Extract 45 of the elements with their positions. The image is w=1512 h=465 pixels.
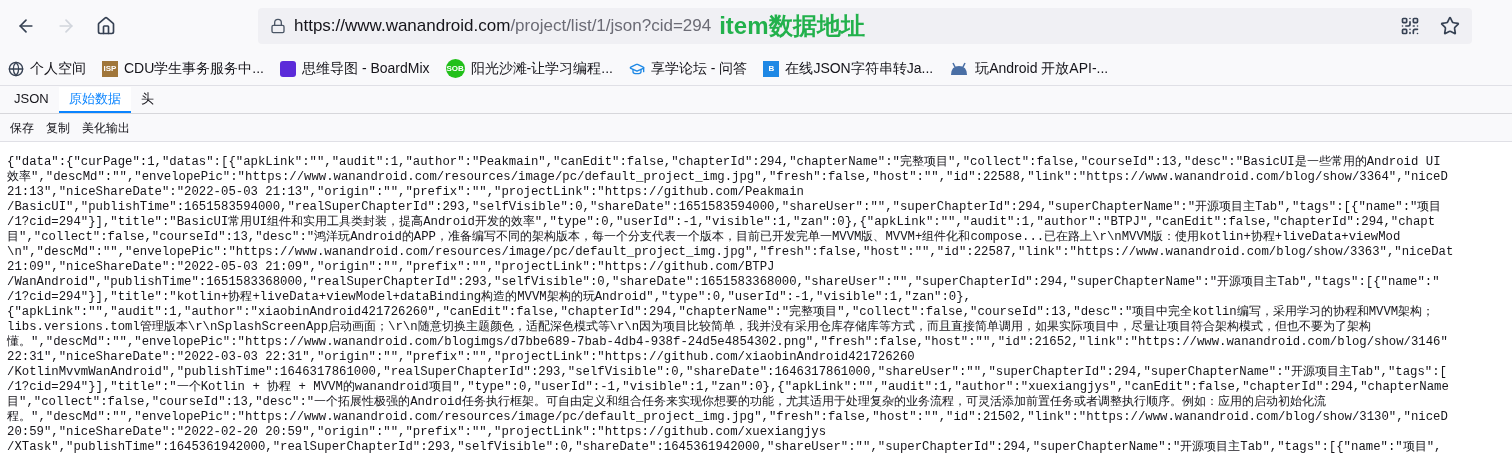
android-icon: [949, 60, 970, 77]
view-tab[interactable]: 头: [130, 87, 164, 113]
raw-json-line: /WanAndroid","publishTime":1651583368000,"realSuperChapterId":293,"selfVisible":0,"shareDate":1651583368000,"shareUser":"","superChapterId":294,"superChapterName":"开源项目主Tab","tags":[{"name":": [7, 275, 1440, 290]
url-text: https://www.wanandroid.com/project/list/1/json?cid=294: [294, 15, 712, 38]
raw-json-line: 效率","descMd":"","envelopePic":"https://www.wanandroid.com/resources/image/pc/default_project_img.jpg","fresh":false,"host":"","id":22588,"link":"https://www.wanandroid.com/blog/show/3364","niceD: [7, 170, 1448, 185]
raw-json-line: \n","descMd":"","envelopePic":"https://www.wanandroid.com/resources/image/pc/default_project_img.jpg","fresh":false,"host":"","id":22587,"link":"https://www.wanandroid.com/blog/show/3363","niceDat: [7, 245, 1454, 260]
raw-json-line: /1?cid=294"}],"title":"kotlin+协程+liveData+viewModel+dataBinding构造的MVVM架构的玩Android","type":0,"userId":-1,"visible":1,"zan":0},: [7, 290, 971, 305]
bookmark-item[interactable]: B 在线JSON字符串转Ja...: [763, 58, 934, 79]
site-icon: SOB: [445, 59, 465, 78]
raw-json-line: {"apkLink":"","audit":1,"author":"xiaobinAndroid421726260","canEdit":false,"chapterId":294,"chapterName":"完整项目","collect":false,"courseId":13,"desc":"项目中完全kotlin编写，采用学习的协程和MVVM架构；: [7, 305, 1435, 320]
raw-json-line: 20:59","niceShareDate":"2022-02-20 20:59","origin":"","prefix":"","projectLink":"https://github.com/xuexiangjys: [7, 425, 827, 440]
raw-json-line: {"data":{"curPage":1,"datas":[{"apkLink":"","audit":1,"author":"Peakmain","canEdit":false,"chapterId":294,"chapterName":"完整项目","collect":false,"courseId":13,"desc":"BasicUI是一些常用的Android UI: [7, 155, 1441, 170]
view-tab[interactable]: 原始数据: [58, 87, 131, 113]
bookmark-item[interactable]: 思维导图 - BoardMix: [280, 58, 430, 79]
bookmark-item[interactable]: 享学论坛 - 问答: [628, 58, 748, 79]
raw-json-line: 目","collect":false,"courseId":13,"desc":"鸿洋玩Android的APP，准备编写不同的架构版本，每一个分支代表一个版本，目前已开发完单一MVVM版、MVVM+组件化和compose...已在路上\r\nMVVM版：使用kotlin+协程+liveData+viewMod: [7, 230, 1401, 245]
action-button[interactable]: 保存: [10, 118, 34, 137]
raw-json-line: /XTask","publishTime":1645361942000,"realSuperChapterId":293,"selfVisible":0,"shareDate":1645361942000,"shareUser":"","superChapterId":294,"superChapterName":"开源项目主Tab","tags":[{"name":"项目",: [7, 440, 1442, 455]
raw-json-line: 22:31","niceShareDate":"2022-03-03 22:31","origin":"","prefix":"","projectLink":"https://github.com/xiaobinAndroid421726260: [7, 350, 915, 365]
raw-json-line: 懂。","descMd":"","envelopePic":"https://www.wanandroid.com/blogimgs/d7bbe689-7bab-4db4-938f-24d5e4854302.png","fresh":false,"host":"","id":21652,"link":"https://www.wanandroid.com/blog/show/3146": [7, 335, 1448, 350]
bookmark-item[interactable]: 个人空间: [8, 58, 86, 79]
globe-icon: [8, 60, 24, 77]
site-icon: ISP: [102, 60, 118, 77]
raw-json-line: 21:13","niceShareDate":"2022-05-03 21:13","origin":"","prefix":"","projectLink":"https://github.com/Peakmain: [7, 185, 804, 200]
site-icon: B: [763, 60, 780, 77]
raw-json-line: 目","collect":false,"courseId":13,"desc":"一个拓展性极强的Android任务执行框架。可自由定义和组合任务来实现你想要的功能，尤其适用于处理复杂的业务流程，可灵活添加前置任务或者调整执行顺序。例如：应用的启动初始化流: [7, 395, 1326, 410]
address-bar[interactable]: https://www.wanandroid.com/project/list/1/json?cid=294 item数据地址: [258, 8, 1472, 44]
raw-json-line: /KotlinMvvmWanAndroid","publishTime":1646317861000,"realSuperChapterId":293,"selfVisible":0,"shareDate":1646317861000,"shareUser":"","superChapterId":294,"superChapterName":"开源项目主Tab","tags":[: [7, 365, 1447, 380]
bookmark-item[interactable]: SOB 阳光沙滩-让学习编程...: [445, 58, 613, 79]
bookmark-item[interactable]: 玩Android 开放API-...: [949, 58, 1109, 79]
raw-json-line: libs.versions.toml管理版本\r\nSplashScreenApp启动画面；\r\n随意切换主题颜色，适配深色模式等\r\n因为项目比较简单，我并没有采用仓库存储库等方式，而且直接简单调用，如果实际项目中，尽量让项目符合架构模式，但也不要为了架构: [7, 320, 1372, 335]
bookmark-item[interactable]: ISP CDU学生事务服务中...: [102, 58, 264, 79]
qr-code-icon[interactable]: [1400, 16, 1420, 36]
raw-json-line: /BasicUI","publishTime":1651583594000,"realSuperChapterId":293,"selfVisible":0,"shareDate":1651583594000,"shareUser":"","superChapterId":294,"superChapterName":"开源项目主Tab","tags":[{"name":"项目: [7, 200, 1442, 215]
annotation-text: item数据地址: [719, 11, 865, 41]
bookmark-star-icon[interactable]: [1440, 16, 1460, 36]
lock-icon: [270, 18, 286, 34]
action-button[interactable]: 复制: [46, 118, 70, 137]
action-button[interactable]: 美化输出: [82, 118, 130, 137]
raw-json-line: 21:09","niceShareDate":"2022-05-03 21:09","origin":"","prefix":"","projectLink":"https://github.com/BTPJ: [7, 260, 775, 275]
view-tab[interactable]: JSON: [4, 87, 59, 113]
raw-json-line: /1?cid=294"}],"title":"一个Kotlin + 协程 + MVVM的wanandroid项目","type":0,"userId":-1,"visible":1,"zan":0},{"apkLink":"","audit":1,"author":"xuexiangjys","canEdit":false,"chapterId":294,"chapterName: [7, 380, 1449, 395]
raw-json-line: /1?cid=294"}],"title":"BasicUI常用UI组件和实用工具类封装，提高Android开发的效率","type":0,"userId":-1,"visible":1,"zan":0},{"apkLink":"","audit":1,"author":"BTPJ","canEdit":false,"chapterId":294,"chapt: [7, 215, 1436, 230]
raw-json-line: 程。","descMd":"","envelopePic":"https://www.wanandroid.com/resources/image/pc/default_project_img.jpg","fresh":false,"host":"","id":21502,"link":"https://www.wanandroid.com/blog/show/3130","niceD: [7, 410, 1448, 425]
home-icon: [96, 16, 116, 36]
